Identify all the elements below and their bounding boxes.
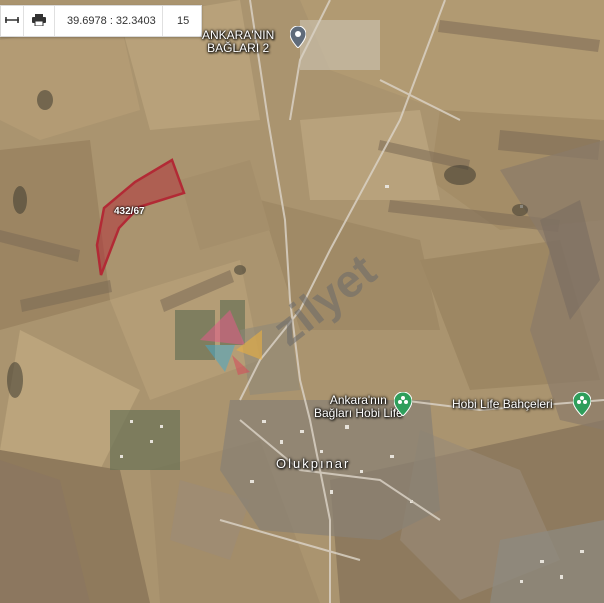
map-toolbar: 39.6978 : 32.3403 15 bbox=[0, 5, 202, 37]
print-button[interactable] bbox=[24, 6, 55, 36]
park-pin-icon[interactable] bbox=[572, 391, 592, 421]
park-pin-icon[interactable] bbox=[393, 391, 413, 421]
map-pin-icon[interactable] bbox=[289, 25, 307, 53]
poi-label-baglari-2[interactable]: ANKARA'NIN BAĞLARI 2 bbox=[202, 29, 274, 55]
parcel-label[interactable]: 432/67 bbox=[114, 206, 145, 217]
zoom-level: 15 bbox=[177, 15, 190, 27]
printer-icon bbox=[32, 13, 46, 29]
poi-label-hobi-life[interactable]: Ankara'nın Bağları Hobi Life bbox=[314, 394, 403, 420]
poi-label-hobi-life-bahceleri[interactable]: Hobi Life Bahçeleri bbox=[452, 398, 553, 411]
measure-icon bbox=[5, 15, 19, 28]
town-label-olukpinar[interactable]: Olukpınar bbox=[276, 456, 350, 471]
satellite-map[interactable]: zilyet bbox=[0, 0, 604, 603]
measure-button[interactable] bbox=[1, 6, 24, 36]
coordinates-readout: 39.6978 : 32.3403 bbox=[55, 6, 163, 36]
